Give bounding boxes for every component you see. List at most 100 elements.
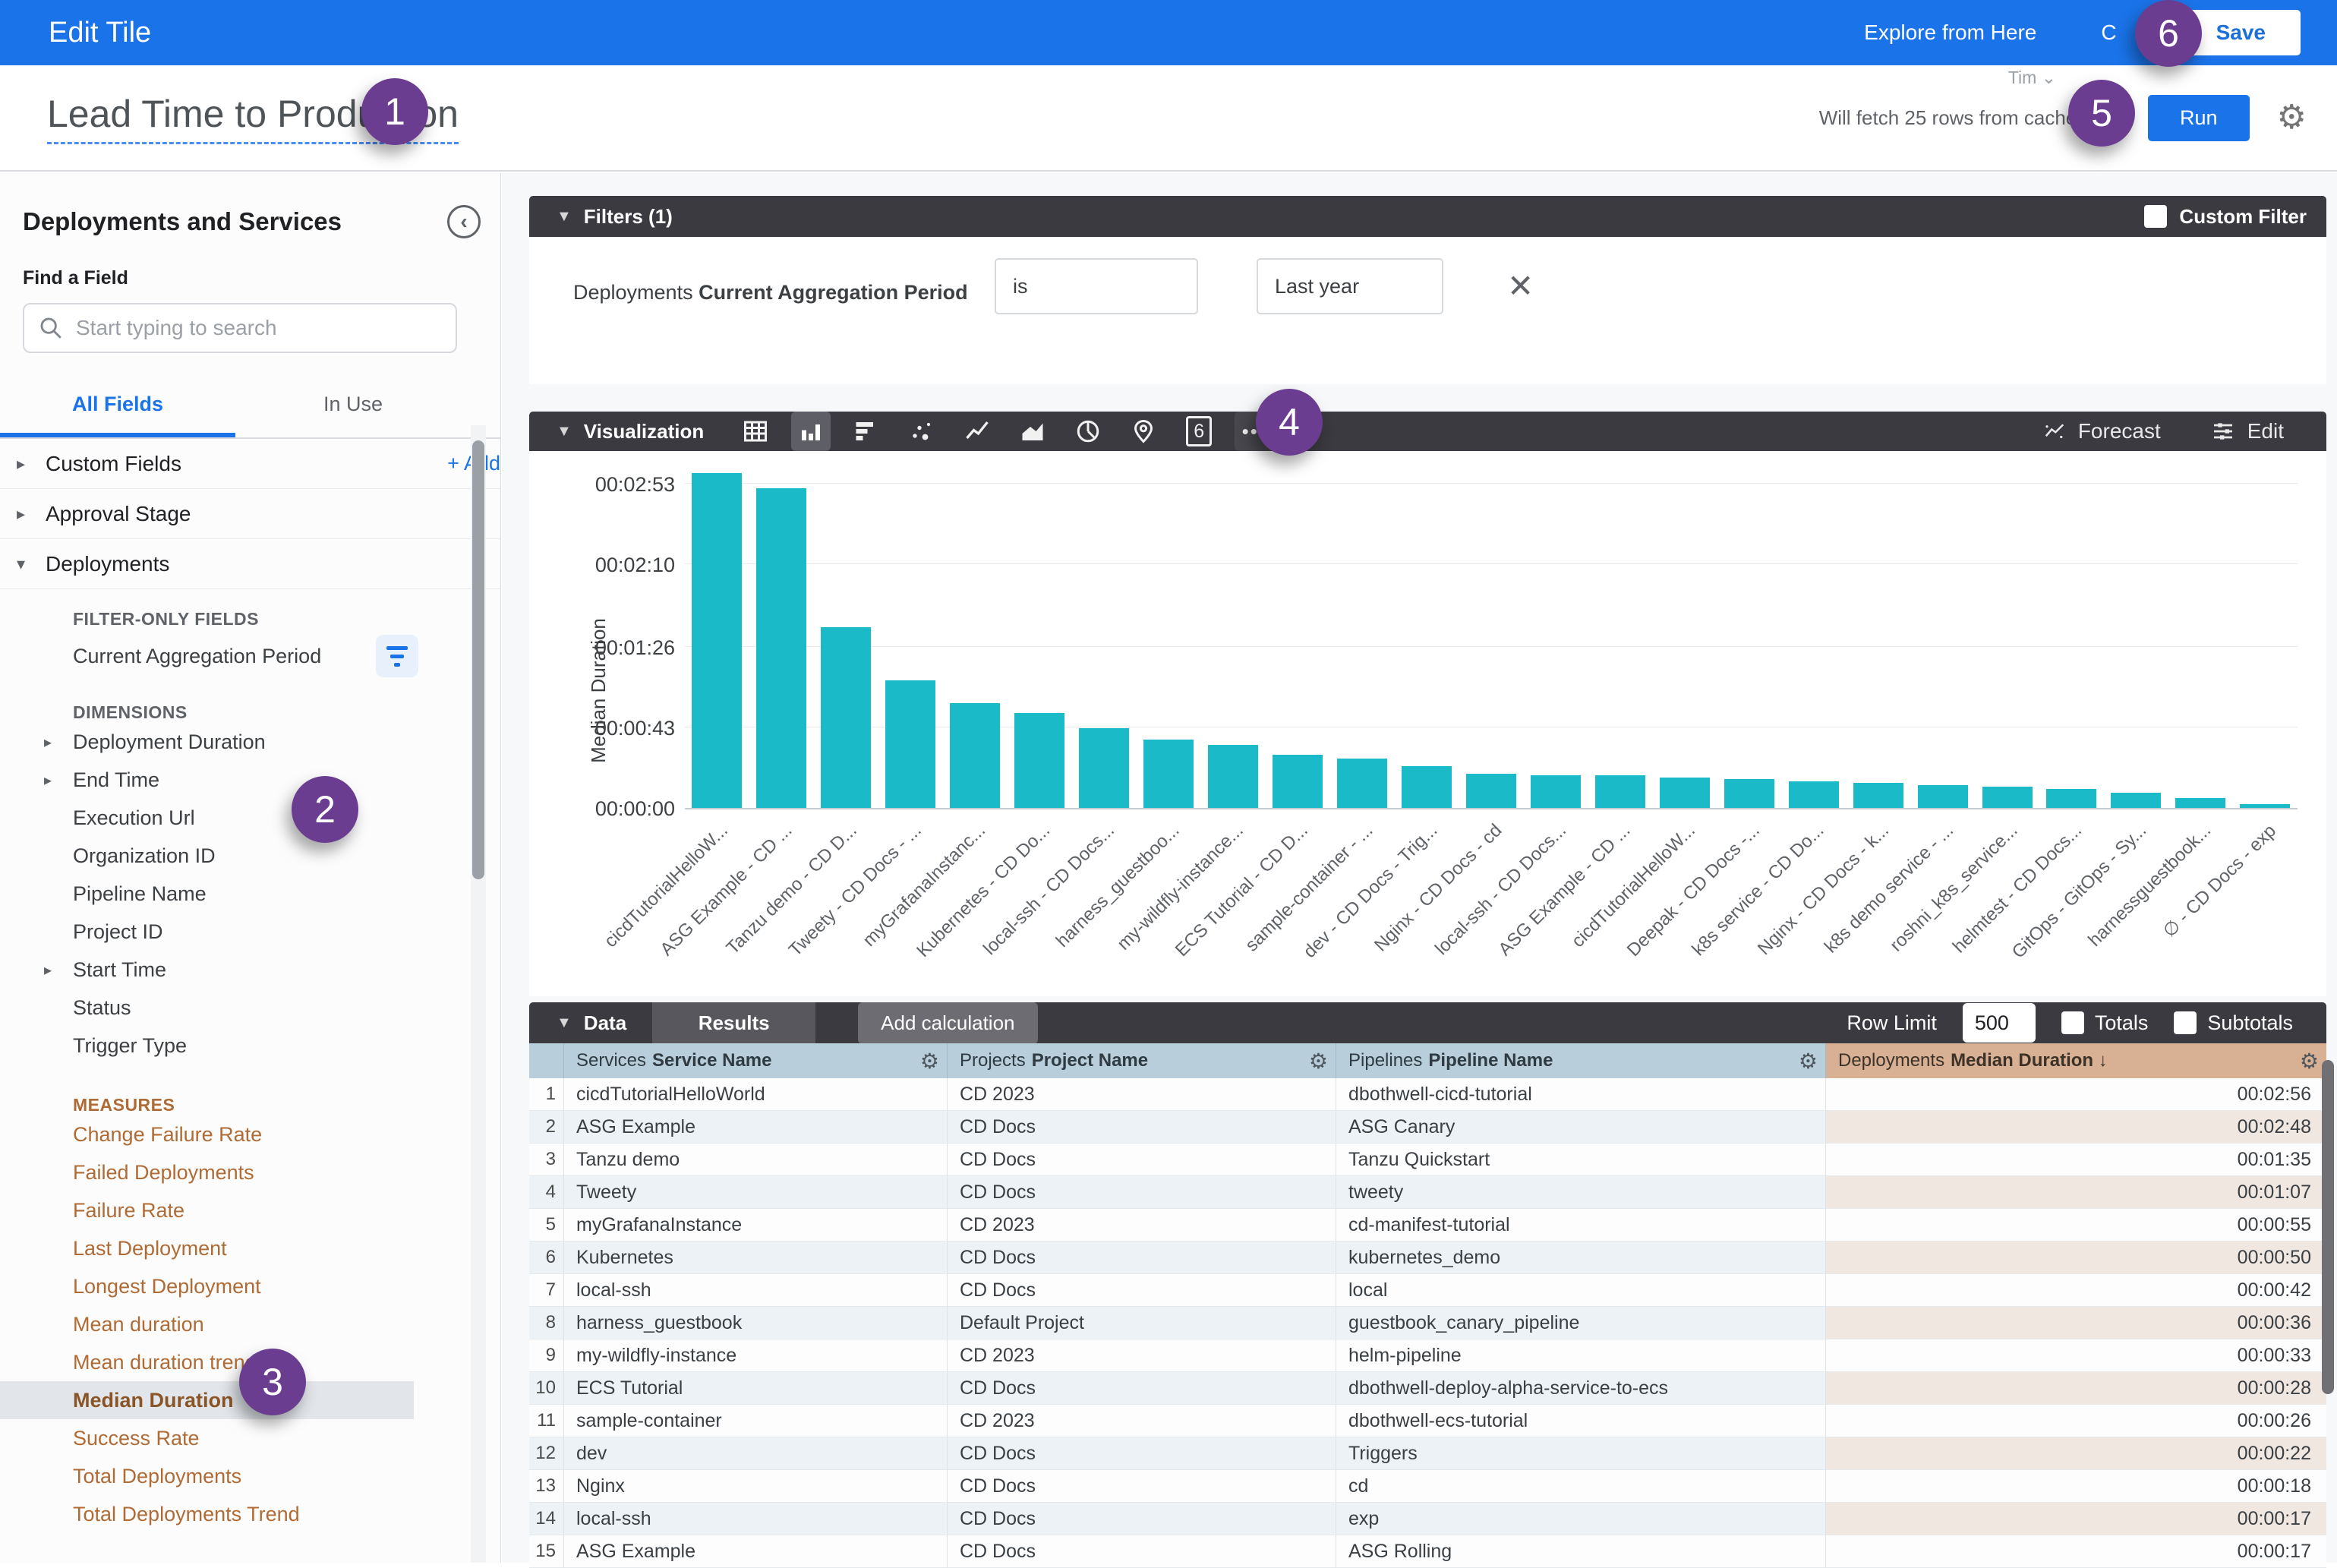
- cell-service-name[interactable]: Tanzu demo: [564, 1144, 948, 1176]
- bar-8[interactable]: [1143, 740, 1194, 808]
- bar-12[interactable]: [1402, 766, 1452, 808]
- measure-change-failure-rate[interactable]: Change Failure Rate: [0, 1115, 500, 1153]
- cell-service-name[interactable]: cicdTutorialHelloWorld: [564, 1078, 948, 1111]
- cell-median-duration[interactable]: 00:00:28: [1826, 1372, 2326, 1405]
- cell-pipeline-name[interactable]: dbothwell-deploy-alpha-service-to-ecs: [1336, 1372, 1826, 1405]
- sidebar-group-approval-stage[interactable]: ▸Approval Stage: [0, 489, 500, 539]
- measure-total-deployments[interactable]: Total Deployments: [0, 1457, 500, 1495]
- dimension-pipeline-name[interactable]: Pipeline Name: [0, 875, 500, 913]
- filter-value-select[interactable]: Last year: [1257, 258, 1443, 314]
- bar-22[interactable]: [2046, 789, 2096, 808]
- cell-project-name[interactable]: CD Docs: [948, 1241, 1336, 1274]
- cell-pipeline-name[interactable]: ASG Rolling: [1336, 1535, 1826, 1568]
- cell-service-name[interactable]: ASG Example: [564, 1111, 948, 1144]
- totals-checkbox[interactable]: [2061, 1011, 2084, 1034]
- bar-9[interactable]: [1208, 745, 1258, 808]
- cell-project-name[interactable]: CD 2023: [948, 1209, 1336, 1241]
- cell-service-name[interactable]: sample-container: [564, 1405, 948, 1437]
- bar-13[interactable]: [1466, 774, 1516, 808]
- measure-median-duration[interactable]: Median Duration: [0, 1381, 414, 1419]
- cell-service-name[interactable]: myGrafanaInstance: [564, 1209, 948, 1241]
- collapse-sidebar-icon[interactable]: ‹: [447, 205, 481, 238]
- bar-2[interactable]: [756, 488, 806, 808]
- bar-25[interactable]: [2240, 804, 2290, 808]
- cell-service-name[interactable]: my-wildfly-instance: [564, 1339, 948, 1372]
- column-header-median-duration[interactable]: DeploymentsMedian Duration ↓⚙: [1826, 1043, 2326, 1078]
- cell-median-duration[interactable]: 00:01:35: [1826, 1144, 2326, 1176]
- bar-10[interactable]: [1273, 755, 1323, 808]
- bar-7[interactable]: [1079, 728, 1129, 808]
- measure-success-rate[interactable]: Success Rate: [0, 1419, 500, 1457]
- dimension-execution-url[interactable]: Execution Url: [0, 799, 500, 837]
- column-header-pipeline-name[interactable]: PipelinesPipeline Name⚙: [1336, 1043, 1826, 1078]
- area-chart-icon[interactable]: [1013, 412, 1052, 451]
- cell-project-name[interactable]: CD Docs: [948, 1503, 1336, 1535]
- bar-21[interactable]: [1982, 787, 2033, 808]
- bar-19[interactable]: [1853, 783, 1903, 808]
- tab-in-use[interactable]: In Use: [235, 393, 471, 437]
- bar-23[interactable]: [2111, 793, 2161, 808]
- filter-operator-select[interactable]: is: [995, 258, 1198, 314]
- visualization-section-bar[interactable]: ▼ Visualization 6••• Forecast: [529, 412, 2326, 451]
- cell-median-duration[interactable]: 00:02:48: [1826, 1111, 2326, 1144]
- column-gear-icon[interactable]: ⚙: [920, 1049, 939, 1074]
- dimension-project-id[interactable]: Project ID: [0, 913, 500, 951]
- forecast-button[interactable]: Forecast: [2043, 419, 2161, 443]
- column-gear-icon[interactable]: ⚙: [2300, 1049, 2319, 1074]
- cell-project-name[interactable]: CD Docs: [948, 1274, 1336, 1307]
- cell-service-name[interactable]: Kubernetes: [564, 1241, 948, 1274]
- cell-pipeline-name[interactable]: cd-manifest-tutorial: [1336, 1209, 1826, 1241]
- cell-median-duration[interactable]: 00:00:26: [1826, 1405, 2326, 1437]
- cell-pipeline-name[interactable]: helm-pipeline: [1336, 1339, 1826, 1372]
- column-header-project-name[interactable]: ProjectsProject Name⚙: [948, 1043, 1336, 1078]
- cell-pipeline-name[interactable]: tweety: [1336, 1176, 1826, 1209]
- cell-service-name[interactable]: Tweety: [564, 1176, 948, 1209]
- add-calculation-button[interactable]: Add calculation: [858, 1002, 1037, 1044]
- cell-pipeline-name[interactable]: dbothwell-cicd-tutorial: [1336, 1078, 1826, 1111]
- results-tab[interactable]: Results: [652, 1002, 815, 1043]
- cell-median-duration[interactable]: 00:00:22: [1826, 1437, 2326, 1470]
- cell-median-duration[interactable]: 00:01:07: [1826, 1176, 2326, 1209]
- bar-20[interactable]: [1918, 785, 1968, 808]
- table-chart-icon[interactable]: [736, 412, 775, 451]
- field-search-input[interactable]: Start typing to search: [23, 303, 457, 353]
- cell-pipeline-name[interactable]: ASG Canary: [1336, 1111, 1826, 1144]
- settings-gear-icon[interactable]: ⚙: [2277, 101, 2307, 134]
- bar-14[interactable]: [1531, 775, 1581, 808]
- cell-median-duration[interactable]: 00:00:17: [1826, 1503, 2326, 1535]
- line-chart-icon[interactable]: [957, 412, 997, 451]
- dimension-deployment-duration[interactable]: ▸Deployment Duration: [0, 723, 500, 761]
- tab-all-fields[interactable]: All Fields: [0, 393, 235, 437]
- horizontal-bar-chart-icon[interactable]: [847, 412, 886, 451]
- timezone-selector[interactable]: Tim ⌄: [2008, 68, 2056, 88]
- measure-failure-rate[interactable]: Failure Rate: [0, 1191, 500, 1229]
- sidebar-group-custom-fields[interactable]: ▸Custom Fields+ Add: [0, 439, 500, 489]
- cell-service-name[interactable]: ASG Example: [564, 1535, 948, 1568]
- cell-project-name[interactable]: CD Docs: [948, 1535, 1336, 1568]
- bar-chart-icon[interactable]: [791, 412, 831, 451]
- bar-18[interactable]: [1789, 781, 1839, 808]
- cell-service-name[interactable]: ECS Tutorial: [564, 1372, 948, 1405]
- column-gear-icon[interactable]: ⚙: [1799, 1049, 1818, 1074]
- cell-project-name[interactable]: CD 2023: [948, 1339, 1336, 1372]
- cell-median-duration[interactable]: 00:00:42: [1826, 1274, 2326, 1307]
- cell-median-duration[interactable]: 00:00:17: [1826, 1535, 2326, 1568]
- dimension-trigger-type[interactable]: Trigger Type: [0, 1027, 500, 1065]
- measure-total-deployments-trend[interactable]: Total Deployments Trend: [0, 1495, 500, 1533]
- cell-pipeline-name[interactable]: Triggers: [1336, 1437, 1826, 1470]
- cell-project-name[interactable]: CD Docs: [948, 1437, 1336, 1470]
- measure-mean-duration[interactable]: Mean duration: [0, 1305, 500, 1343]
- cell-project-name[interactable]: CD 2023: [948, 1078, 1336, 1111]
- bar-15[interactable]: [1595, 775, 1645, 808]
- cell-project-name[interactable]: CD Docs: [948, 1470, 1336, 1503]
- cell-project-name[interactable]: CD Docs: [948, 1144, 1336, 1176]
- field-current-aggregation-period[interactable]: Current Aggregation Period: [0, 629, 500, 683]
- remove-filter-icon[interactable]: ✕: [1507, 267, 1534, 304]
- single-value-chart-icon[interactable]: 6: [1179, 412, 1219, 451]
- column-gear-icon[interactable]: ⚙: [1309, 1049, 1328, 1074]
- cell-project-name[interactable]: CD 2023: [948, 1405, 1336, 1437]
- cell-pipeline-name[interactable]: guestbook_canary_pipeline: [1336, 1307, 1826, 1339]
- cell-median-duration[interactable]: 00:00:36: [1826, 1307, 2326, 1339]
- cell-project-name[interactable]: CD Docs: [948, 1111, 1336, 1144]
- dimension-end-time[interactable]: ▸End Time: [0, 761, 500, 799]
